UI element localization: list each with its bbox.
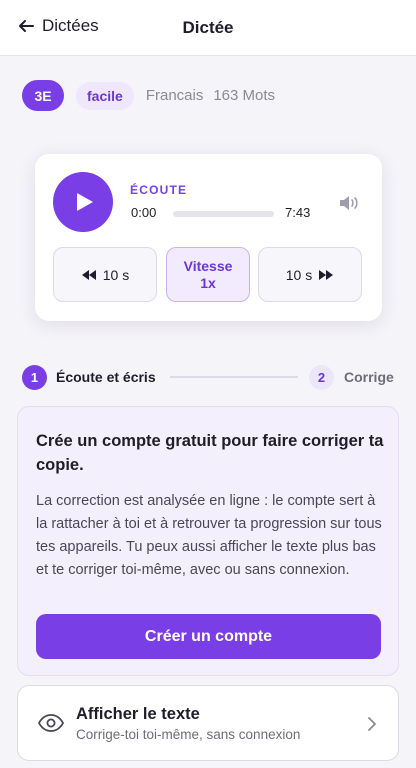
step-2-label: Corrige [344,369,394,385]
create-account-button[interactable]: Créer un compte [36,614,381,659]
show-text-subtitle: Corrige-toi toi-même, sans connexion [76,727,301,742]
word-count: 163 Mots [213,87,276,104]
progress-bar[interactable] [173,211,274,217]
rewind-icon [81,269,96,280]
speed-value: 1x [200,275,216,291]
level-badge: 3E [22,80,64,111]
top-bar: Dictées Dictée [0,0,416,56]
chevron-right-icon [368,717,376,731]
fast-forward-icon [319,269,334,280]
step-1-number: 1 [22,365,47,390]
show-text-row[interactable]: Afficher le texte Corrige-toi toi-même, … [17,685,399,761]
show-text-title: Afficher le texte [76,705,200,723]
step-connector [170,376,298,378]
page-title: Dictée [182,18,234,37]
language-label: Francais [145,87,204,104]
rewind-label: 10 s [102,266,130,283]
forward-10s-button[interactable]: 10 s [258,247,362,302]
difficulty-badge: facile [76,81,134,110]
current-time: 0:00 [131,205,157,220]
account-card: Crée un compte gratuit pour faire corrig… [17,406,399,676]
speed-button[interactable]: Vitesse 1x [166,247,250,302]
audio-player: ÉCOUTE 0:00 7:43 10 s Vitesse 1x 10 s [35,154,382,321]
player-section-label: ÉCOUTE [130,183,188,197]
account-card-body: La correction est analysée en ligne : le… [36,493,382,578]
play-button[interactable] [53,172,113,232]
dictation-meta: 3E facile Francais 163 Mots [22,80,275,111]
speed-label: Vitesse [183,258,233,274]
step-1-label: Écoute et écris [56,369,156,385]
step-indicator: 1 Écoute et écris 2 Corrige [22,365,398,391]
eye-icon [38,714,64,732]
step-2-number: 2 [309,365,334,390]
rewind-10s-button[interactable]: 10 s [53,247,157,302]
account-card-title: Crée un compte gratuit pour faire corrig… [36,432,384,474]
play-icon [77,193,93,211]
forward-label: 10 s [285,266,313,283]
volume-icon[interactable] [338,194,360,212]
duration: 7:43 [285,205,311,220]
